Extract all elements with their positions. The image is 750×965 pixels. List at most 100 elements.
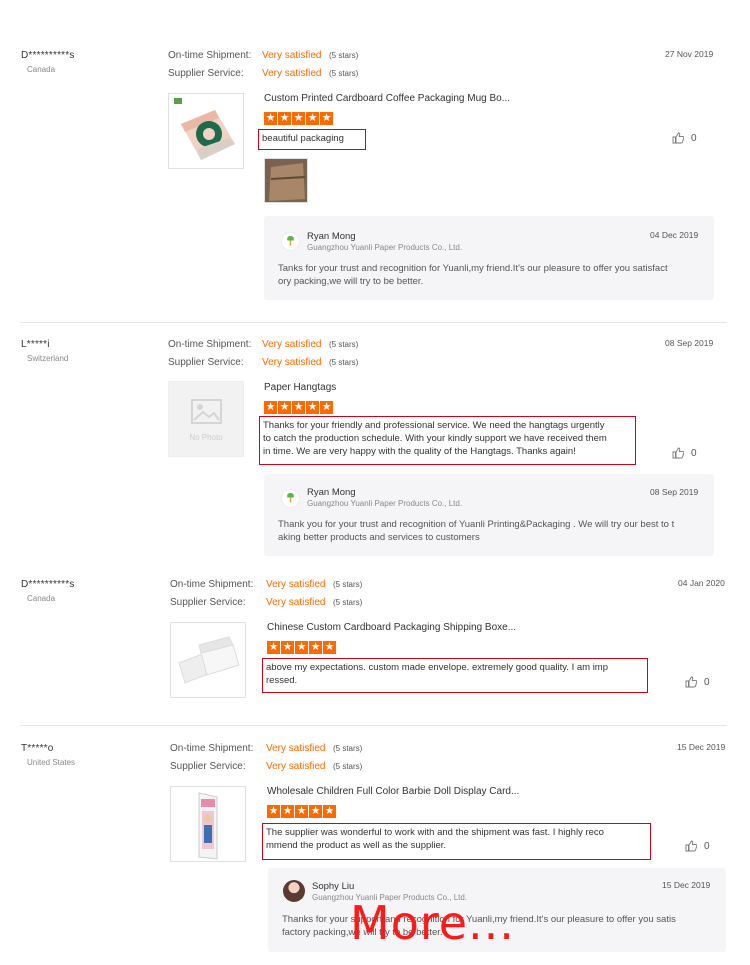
star-icon: ★ bbox=[264, 112, 277, 125]
shipment-label: On-time Shipment: bbox=[170, 743, 254, 754]
service-rating: Very satisfied bbox=[266, 597, 326, 608]
service-rating: Very satisfied bbox=[262, 68, 322, 79]
buyer-name: T*****o bbox=[21, 743, 54, 754]
review-date: 27 Nov 2019 bbox=[665, 49, 714, 59]
comment-line: in time. We are very happy with the qual… bbox=[263, 446, 576, 457]
reply-author: Ryan Mong bbox=[307, 231, 356, 242]
reply-company: Guangzhou Yuanli Paper Products Co., Ltd… bbox=[307, 243, 463, 252]
buyer-country: Canada bbox=[27, 594, 56, 603]
shipment-label: On-time Shipment: bbox=[168, 339, 252, 350]
product-rating-stars: ★ ★ ★ ★ ★ bbox=[264, 112, 333, 125]
image-placeholder-icon bbox=[191, 399, 222, 424]
shipment-rating: Very satisfied bbox=[266, 743, 326, 754]
star-icon: ★ bbox=[295, 641, 308, 654]
more-overlay-text: More... bbox=[350, 896, 515, 950]
product-title[interactable]: Wholesale Children Full Color Barbie Dol… bbox=[267, 786, 519, 797]
review-comment: Thanks for your friendly and professiona… bbox=[259, 416, 636, 465]
star-icon: ★ bbox=[292, 112, 305, 125]
reply-line: Tanks for your trust and recognition for… bbox=[278, 263, 668, 274]
comment-line: The supplier was wonderful to work with … bbox=[266, 827, 604, 838]
star-icon: ★ bbox=[278, 112, 291, 125]
reply-date: 15 Dec 2019 bbox=[662, 880, 711, 890]
reply-line: Thank you for your trust and recognition… bbox=[278, 519, 675, 530]
buyer-country: Canada bbox=[27, 65, 56, 74]
supplier-reply: Ryan Mong Guangzhou Yuanli Paper Product… bbox=[264, 474, 714, 556]
buyer-country: United States bbox=[27, 758, 76, 767]
service-label: Supplier Service: bbox=[168, 68, 244, 79]
like-count: 0 bbox=[691, 447, 697, 459]
shipment-label: On-time Shipment: bbox=[168, 50, 252, 61]
star-icon: ★ bbox=[267, 641, 280, 654]
star-icon: ★ bbox=[295, 805, 308, 818]
like-button[interactable]: 0 bbox=[685, 676, 710, 688]
product-thumbnail[interactable] bbox=[170, 622, 246, 698]
like-button[interactable]: 0 bbox=[685, 840, 710, 852]
product-thumbnail-placeholder[interactable]: No Photo bbox=[168, 381, 244, 457]
product-thumbnail[interactable] bbox=[168, 93, 244, 169]
star-icon: ★ bbox=[323, 641, 336, 654]
reply-line: aking better products and services to cu… bbox=[278, 532, 480, 543]
shipment-label: On-time Shipment: bbox=[170, 579, 254, 590]
shipment-rating: Very satisfied bbox=[262, 339, 322, 350]
comment-line: ressed. bbox=[266, 675, 298, 686]
star-icon: ★ bbox=[267, 805, 280, 818]
review-comment: beautiful packaging bbox=[258, 129, 366, 150]
comment-line: beautiful packaging bbox=[262, 133, 344, 144]
star-icon: ★ bbox=[320, 401, 333, 414]
shipment-stars: (5 stars) bbox=[329, 51, 359, 60]
service-stars: (5 stars) bbox=[333, 598, 363, 607]
shipment-stars: (5 stars) bbox=[329, 340, 359, 349]
like-button[interactable]: 0 bbox=[672, 447, 697, 459]
reply-author: Sophy Liu bbox=[312, 881, 355, 892]
no-photo-label: No Photo bbox=[189, 433, 223, 442]
like-count: 0 bbox=[704, 676, 710, 688]
shipment-stars: (5 stars) bbox=[333, 580, 363, 589]
thumbs-up-icon bbox=[685, 676, 697, 688]
review-photo[interactable] bbox=[264, 158, 308, 203]
star-icon: ★ bbox=[292, 401, 305, 414]
product-rating-stars: ★ ★ ★ ★ ★ bbox=[267, 641, 336, 654]
thumbs-up-icon bbox=[685, 840, 697, 852]
service-rating: Very satisfied bbox=[266, 761, 326, 772]
service-label: Supplier Service: bbox=[168, 357, 244, 368]
reply-date: 08 Sep 2019 bbox=[650, 487, 699, 497]
star-icon: ★ bbox=[278, 401, 291, 414]
review-divider bbox=[20, 725, 727, 726]
product-title[interactable]: Chinese Custom Cardboard Packaging Shipp… bbox=[267, 622, 516, 633]
buyer-name: D**********s bbox=[21, 579, 75, 590]
shipment-rating: Very satisfied bbox=[262, 50, 322, 61]
star-icon: ★ bbox=[281, 641, 294, 654]
reply-company: Guangzhou Yuanli Paper Products Co., Ltd… bbox=[307, 499, 463, 508]
service-stars: (5 stars) bbox=[333, 762, 363, 771]
product-title[interactable]: Paper Hangtags bbox=[264, 382, 336, 393]
reply-text: Tanks for your trust and recognition for… bbox=[278, 262, 668, 288]
like-count: 0 bbox=[691, 132, 697, 144]
like-button[interactable]: 0 bbox=[672, 132, 697, 144]
reviews-page: { "labels": {"shipment": "On-time Shipme… bbox=[0, 0, 750, 965]
shipment-rating: Very satisfied bbox=[266, 579, 326, 590]
reply-line: ory packing,we will try to be better. bbox=[278, 276, 424, 287]
buyer-name: D**********s bbox=[21, 50, 75, 61]
comment-line: above my expectations. custom made envel… bbox=[266, 662, 608, 673]
review-date: 04 Jan 2020 bbox=[678, 578, 725, 588]
comment-line: to catch the production schedule. With y… bbox=[263, 433, 607, 444]
star-icon: ★ bbox=[306, 112, 319, 125]
service-rating: Very satisfied bbox=[262, 357, 322, 368]
star-icon: ★ bbox=[306, 401, 319, 414]
review-divider bbox=[20, 322, 727, 323]
star-icon: ★ bbox=[281, 805, 294, 818]
supplier-reply: Ryan Mong Guangzhou Yuanli Paper Product… bbox=[264, 216, 714, 300]
review-comment: above my expectations. custom made envel… bbox=[262, 658, 648, 693]
service-stars: (5 stars) bbox=[329, 358, 359, 367]
star-icon: ★ bbox=[320, 112, 333, 125]
reply-author: Ryan Mong bbox=[307, 487, 356, 498]
review-date: 08 Sep 2019 bbox=[665, 338, 714, 348]
star-icon: ★ bbox=[264, 401, 277, 414]
buyer-name: L*****i bbox=[21, 339, 50, 350]
thumbs-up-icon bbox=[672, 447, 684, 459]
product-title[interactable]: Custom Printed Cardboard Coffee Packagin… bbox=[264, 93, 510, 104]
product-thumbnail[interactable] bbox=[170, 786, 246, 862]
reply-date: 04 Dec 2019 bbox=[650, 230, 699, 240]
like-count: 0 bbox=[704, 840, 710, 852]
comment-line: mmend the product as well as the supplie… bbox=[266, 840, 447, 851]
